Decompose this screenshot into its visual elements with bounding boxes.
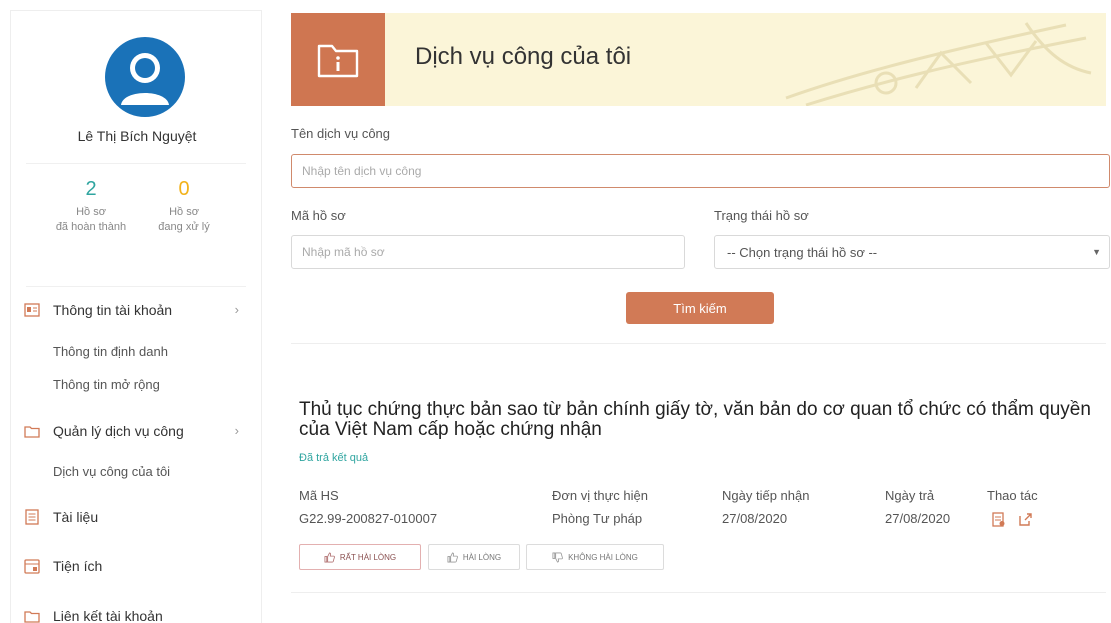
stat-processing-label-1: Hồ sơ: [169, 206, 199, 218]
external-link-icon[interactable]: [1018, 512, 1033, 532]
col-header-actions: Thao tác: [987, 488, 1038, 503]
rating-label: RẤT HÀI LÒNG: [339, 552, 397, 562]
drum-pattern-decoration: [785, 22, 1092, 106]
sidebar: Lê Thị Bích Nguyệt 2 Hồ sơ đã hoàn thành…: [10, 10, 262, 623]
chevron-right-icon: ›: [234, 423, 239, 438]
service-name-input[interactable]: [291, 154, 1110, 188]
sidebar-item-utilities[interactable]: Tiện ích: [23, 553, 253, 579]
avatar[interactable]: [105, 37, 185, 117]
sidebar-subitem-extended[interactable]: Thông tin mở rộng: [53, 377, 160, 392]
sidebar-item-service-management[interactable]: Quản lý dịch vụ công ›: [23, 418, 253, 444]
stat-processing: 0 Hồ sơ đang xử lý: [129, 176, 239, 235]
file-code-label: Mã hồ sơ: [291, 208, 346, 223]
return-date-value: 27/08/2020: [885, 511, 951, 526]
divider: [26, 163, 246, 164]
page-banner: Dịch vụ công của tôi: [291, 13, 1106, 106]
rating-label: KHÔNG HÀI LÒNG: [568, 552, 638, 562]
received-date-value: 27/08/2020: [722, 511, 788, 526]
sidebar-item-label: Liên kết tài khoản: [53, 608, 163, 623]
divider: [26, 286, 246, 287]
stat-processing-count: 0: [178, 178, 190, 200]
folder-icon: [23, 607, 41, 623]
divider: [291, 343, 1106, 344]
col-header-file-code: Mã HS: [299, 488, 339, 503]
status-label: Trạng thái hồ sơ: [714, 208, 809, 223]
page-title: Dịch vụ công của tôi: [415, 43, 632, 70]
sidebar-subitem-identity[interactable]: Thông tin định danh: [53, 344, 168, 359]
divider: [291, 592, 1106, 593]
user-avatar-icon: [121, 53, 169, 105]
sidebar-item-label: Quản lý dịch vụ công: [53, 423, 184, 439]
col-header-return-date: Ngày trả: [885, 488, 935, 503]
service-name-label: Tên dịch vụ công: [291, 126, 391, 141]
document-icon: [23, 508, 41, 526]
rating-not-satisfied-button[interactable]: KHÔNG HÀI LÒNG: [526, 544, 664, 570]
utility-icon: [23, 557, 41, 575]
status-select[interactable]: -- Chọn trạng thái hồ sơ -- ▼: [714, 235, 1110, 269]
user-name: Lê Thị Bích Nguyệt: [77, 128, 197, 144]
record-title[interactable]: Thủ tục chứng thực bản sao từ bản chính …: [299, 400, 1099, 440]
search-button[interactable]: Tìm kiếm: [626, 292, 774, 324]
folder-icon: [23, 422, 41, 440]
sidebar-item-documents[interactable]: Tài liệu: [23, 504, 253, 530]
sidebar-item-label: Thông tin tài khoản: [53, 302, 173, 318]
record-status: Đã trả kết quả: [299, 452, 369, 464]
sidebar-item-account-info[interactable]: Thông tin tài khoản ›: [23, 297, 253, 323]
banner-icon-box: [291, 13, 385, 106]
stat-processing-label-2: đang xử lý: [158, 221, 210, 233]
view-document-icon[interactable]: [992, 512, 1006, 533]
file-code-input[interactable]: [291, 235, 685, 269]
sidebar-subitem-my-services[interactable]: Dịch vụ công của tôi: [53, 464, 170, 479]
id-card-icon: [23, 301, 41, 319]
thumbs-up-icon: [324, 552, 335, 562]
file-code-value: G22.99-200827-010007: [299, 511, 438, 526]
status-select-value: -- Chọn trạng thái hồ sơ --: [727, 244, 878, 260]
unit-value: Phòng Tư pháp: [552, 511, 643, 526]
col-header-received-date: Ngày tiếp nhận: [722, 488, 810, 503]
folder-info-icon: [317, 44, 359, 77]
thumbs-down-icon: [552, 552, 563, 562]
rating-label: HÀI LÒNG: [462, 552, 502, 562]
thumbs-up-icon: [447, 552, 458, 562]
sidebar-item-linked-accounts[interactable]: Liên kết tài khoản: [23, 603, 253, 623]
rating-very-satisfied-button[interactable]: RẤT HÀI LÒNG: [299, 544, 421, 570]
sidebar-item-label: Tài liệu: [53, 509, 99, 525]
col-header-unit: Đơn vị thực hiện: [552, 488, 648, 503]
rating-satisfied-button[interactable]: HÀI LÒNG: [428, 544, 520, 570]
sidebar-item-label: Tiện ích: [53, 558, 103, 574]
caret-down-icon: ▼: [1092, 247, 1101, 257]
chevron-right-icon: ›: [234, 302, 239, 317]
